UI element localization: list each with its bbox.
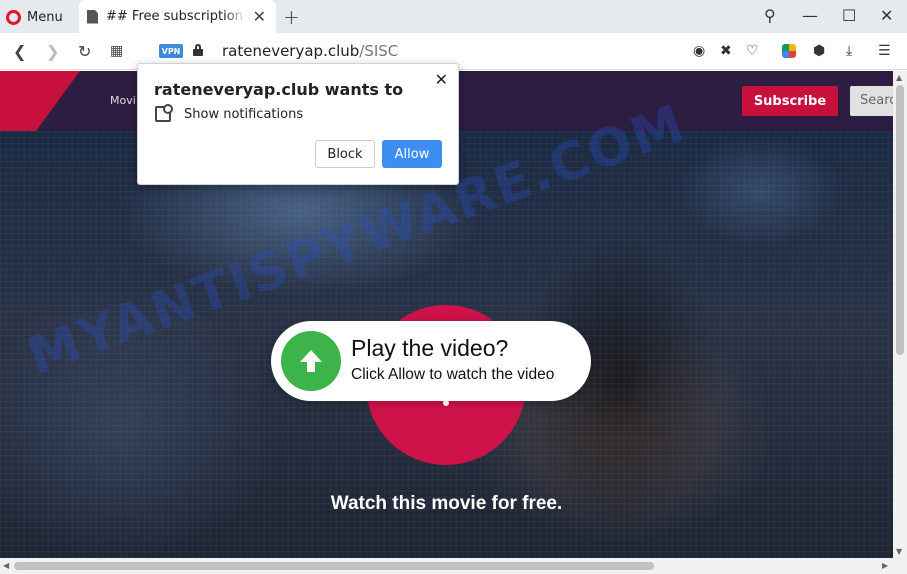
- scroll-left-icon[interactable]: ◀: [3, 561, 9, 570]
- tab-strip: Menu ## Free subscription ✕ + ⚲ — ☐ ✕: [0, 0, 907, 33]
- lock-icon[interactable]: [193, 44, 203, 56]
- url-domain: rateneveryap.club: [222, 42, 360, 60]
- url-path: /SISC: [359, 42, 399, 60]
- tab-search-icon[interactable]: ⚲: [764, 6, 776, 25]
- horizontal-scroll-thumb[interactable]: [14, 562, 654, 570]
- speed-dial-grid-icon[interactable]: ▦: [110, 43, 123, 59]
- block-button[interactable]: Block: [315, 140, 375, 168]
- cube-icon[interactable]: ⬢: [813, 43, 825, 59]
- opera-logo-icon: [6, 9, 21, 25]
- easy-setup-icon[interactable]: ☰: [878, 43, 891, 59]
- vertical-scrollbar[interactable]: ▲ ▼: [893, 71, 907, 558]
- notification-permission-dialog: rateneveryap.club wants to ✕ Show notifi…: [137, 63, 459, 185]
- scroll-down-icon[interactable]: ▼: [896, 547, 902, 556]
- play-prompt-subtitle: Click Allow to watch the video: [351, 366, 555, 383]
- tab-close-icon[interactable]: ✕: [253, 7, 266, 26]
- loading-dot: [443, 400, 449, 406]
- wallet-icon[interactable]: [782, 44, 796, 58]
- allow-button[interactable]: Allow: [382, 140, 442, 168]
- up-arrow-icon: [281, 331, 341, 391]
- menu-label: Menu: [27, 9, 63, 25]
- notification-icon: [155, 104, 173, 122]
- vertical-scroll-thumb[interactable]: [896, 85, 904, 355]
- dialog-close-icon[interactable]: ✕: [435, 70, 448, 89]
- dialog-title: rateneveryap.club wants to: [154, 80, 404, 99]
- permission-label: Show notifications: [184, 107, 304, 122]
- download-icon[interactable]: ⤓: [846, 43, 852, 59]
- maximize-button[interactable]: ☐: [842, 6, 856, 25]
- forward-arrow-icon[interactable]: ❯: [46, 42, 59, 61]
- site-logo[interactable]: [0, 71, 80, 131]
- opera-menu-button[interactable]: Menu: [6, 6, 63, 28]
- vpn-badge[interactable]: VPN: [159, 44, 183, 58]
- tab-title: ## Free subscription: [106, 9, 243, 24]
- play-video-prompt[interactable]: Play the video? Click Allow to watch the…: [271, 321, 591, 401]
- play-prompt-title: Play the video?: [351, 335, 509, 361]
- new-tab-button[interactable]: +: [283, 5, 300, 29]
- url-field[interactable]: rateneveryap.club/SISC: [222, 42, 398, 60]
- close-window-button[interactable]: ✕: [880, 6, 893, 25]
- watch-free-text: Watch this movie for free.: [330, 493, 563, 514]
- document-icon: [87, 9, 98, 24]
- scroll-up-icon[interactable]: ▲: [896, 73, 902, 82]
- browser-tab[interactable]: ## Free subscription ✕: [79, 0, 276, 33]
- horizontal-scrollbar[interactable]: ◀ ▶: [0, 558, 907, 574]
- search-input[interactable]: Searc: [850, 86, 893, 116]
- nav-item-movies[interactable]: Movi: [110, 94, 136, 107]
- back-arrow-icon[interactable]: ❮: [13, 42, 26, 61]
- minimize-button[interactable]: —: [802, 6, 818, 25]
- heart-icon[interactable]: ♡: [746, 43, 759, 59]
- reload-icon[interactable]: ↻: [78, 42, 91, 61]
- block-ads-icon[interactable]: ✖: [720, 43, 732, 59]
- subscribe-button[interactable]: Subscribe: [742, 86, 838, 116]
- scroll-right-icon[interactable]: ▶: [882, 561, 888, 570]
- camera-icon[interactable]: ◉: [693, 43, 705, 59]
